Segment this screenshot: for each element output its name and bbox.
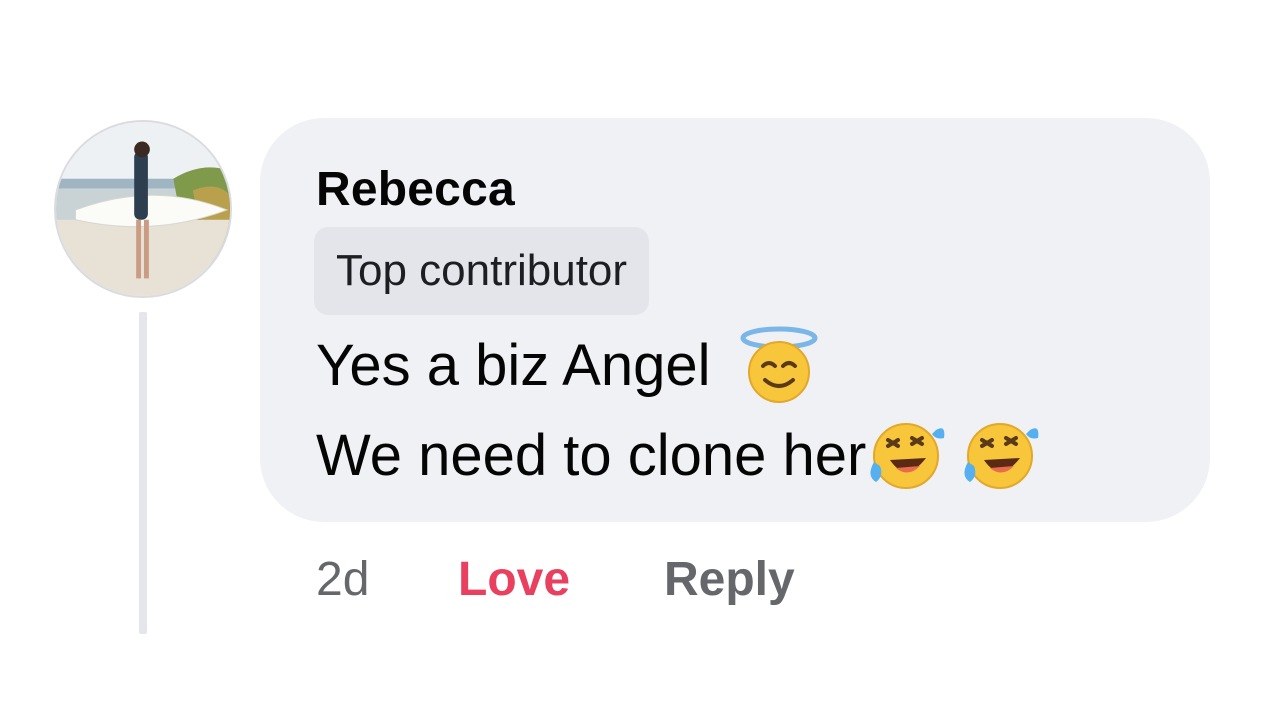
- comment-timestamp[interactable]: 2d: [316, 548, 369, 612]
- avatar[interactable]: [54, 120, 232, 298]
- thread-line: [139, 312, 147, 634]
- comment-text: We need to clone her: [316, 423, 867, 488]
- smiling-face-with-halo-icon: [739, 326, 819, 406]
- top-contributor-badge: Top contributor: [314, 227, 650, 315]
- comment-author[interactable]: Rebecca: [316, 160, 515, 220]
- rolling-on-the-floor-laughing-icon: [960, 416, 1040, 496]
- comment-text-line-1: Yes a biz Angel: [316, 326, 819, 406]
- avatar-photo: [56, 122, 230, 296]
- love-reaction-button[interactable]: Love: [458, 548, 570, 612]
- comment-text-line-2: We need to clone her: [316, 416, 1040, 496]
- reply-button[interactable]: Reply: [664, 548, 795, 612]
- comment-text: Yes a biz Angel: [316, 333, 711, 398]
- rolling-on-the-floor-laughing-icon: [866, 416, 946, 496]
